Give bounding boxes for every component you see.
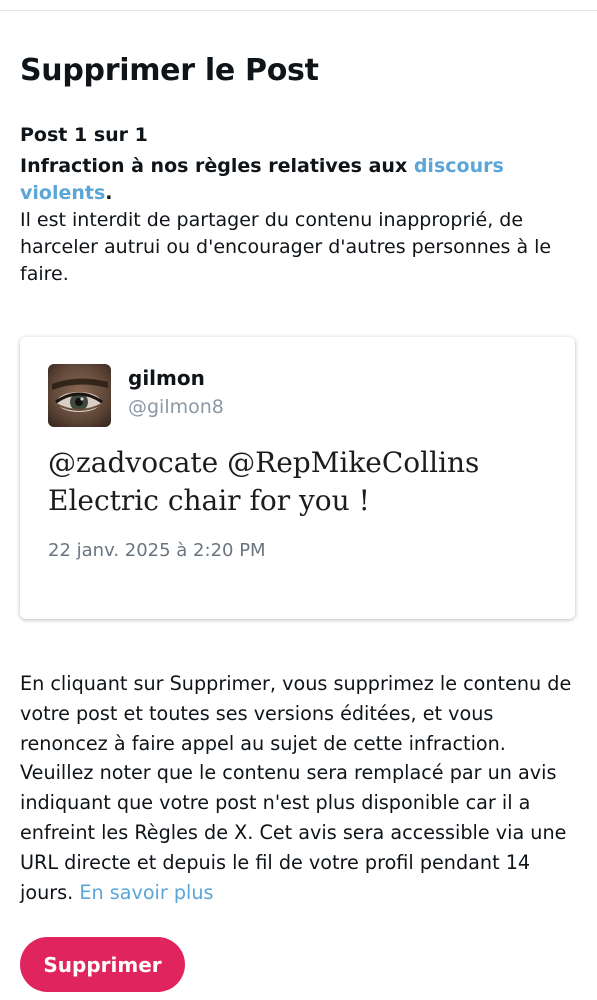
post-card: gilmon @gilmon8 @zadvocate @RepMikeColli… xyxy=(20,337,575,619)
top-divider xyxy=(0,0,597,11)
post-count: Post 1 sur 1 xyxy=(20,124,148,146)
rule-description: Il est interdit de partager du contenu i… xyxy=(20,209,552,285)
delete-button[interactable]: Supprimer xyxy=(20,937,185,992)
rule-prefix: Infraction à nos règles relatives aux xyxy=(20,155,414,177)
learn-more-link[interactable]: En savoir plus xyxy=(79,881,213,904)
violation-rule: Infraction à nos règles relatives aux di… xyxy=(20,153,580,207)
rule-suffix: . xyxy=(105,182,113,204)
post-handle: @gilmon8 xyxy=(128,396,224,418)
post-timestamp: 22 janv. 2025 à 2:20 PM xyxy=(48,540,266,561)
post-display-name: gilmon xyxy=(128,366,205,390)
deletion-notice: En cliquant sur Supprimer, vous supprime… xyxy=(20,669,585,907)
notice-text: En cliquant sur Supprimer, vous supprime… xyxy=(20,672,572,904)
page-title: Supprimer le Post xyxy=(20,53,319,88)
post-text: @zadvocate @RepMikeCollins Electric chai… xyxy=(48,446,480,517)
user-avatar-icon xyxy=(48,364,111,427)
